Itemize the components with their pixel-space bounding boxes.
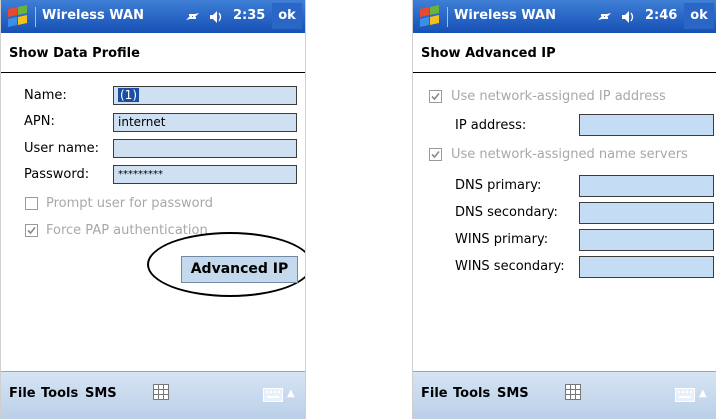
checkmark-icon bbox=[27, 226, 36, 235]
windows-start-icon[interactable] bbox=[419, 5, 443, 28]
password-label: Password: bbox=[24, 167, 90, 182]
menu-file[interactable]: File bbox=[421, 386, 448, 401]
wins-primary-field[interactable] bbox=[579, 229, 714, 251]
volume-icon bbox=[210, 11, 222, 23]
menu-tools[interactable]: Tools bbox=[453, 386, 490, 401]
name-label: Name: bbox=[24, 88, 67, 103]
network-nameservers-checkbox[interactable] bbox=[429, 148, 442, 161]
clock-time[interactable]: 2:46 bbox=[645, 8, 677, 23]
keyboard-icon[interactable] bbox=[263, 388, 283, 402]
screen-data-profile: Wireless WAN 2:35 ok Show Data Profile N… bbox=[0, 0, 306, 419]
keyboard-icon[interactable] bbox=[675, 388, 695, 402]
apn-label: APN: bbox=[24, 114, 55, 129]
advanced-ip-button[interactable]: Advanced IP bbox=[181, 256, 298, 283]
page-title: Show Data Profile bbox=[9, 46, 140, 61]
ip-address-label: IP address: bbox=[455, 118, 527, 133]
prompt-password-checkbox[interactable] bbox=[25, 197, 38, 210]
menu-sms[interactable]: SMS bbox=[85, 386, 117, 401]
dns-primary-field[interactable] bbox=[579, 175, 714, 197]
username-field[interactable] bbox=[113, 139, 297, 158]
menu-file[interactable]: File bbox=[9, 386, 36, 401]
network-ip-label: Use network-assigned IP address bbox=[451, 89, 666, 104]
wins-secondary-field[interactable] bbox=[579, 256, 714, 278]
password-field[interactable]: ********* bbox=[113, 165, 297, 184]
ok-button[interactable]: ok bbox=[272, 3, 302, 29]
page-title: Show Advanced IP bbox=[421, 46, 556, 61]
sip-arrow-icon[interactable]: ▲ bbox=[287, 388, 295, 399]
checkmark-icon bbox=[431, 92, 440, 101]
app-title: Wireless WAN bbox=[42, 8, 144, 23]
username-label: User name: bbox=[24, 141, 100, 156]
menu-bar: File Tools SMS ▲ bbox=[413, 371, 716, 419]
connectivity-icon bbox=[598, 13, 611, 20]
windows-start-icon[interactable] bbox=[7, 5, 31, 28]
title-separator bbox=[35, 7, 36, 27]
menu-tools[interactable]: Tools bbox=[41, 386, 78, 401]
network-ip-checkbox[interactable] bbox=[429, 90, 442, 103]
connectivity-icon bbox=[186, 13, 199, 20]
checkmark-icon bbox=[431, 150, 440, 159]
menu-sms[interactable]: SMS bbox=[497, 386, 529, 401]
wins-secondary-label: WINS secondary: bbox=[455, 259, 565, 274]
title-separator bbox=[447, 7, 448, 27]
name-value: (1) bbox=[118, 88, 139, 102]
dns-secondary-field[interactable] bbox=[579, 202, 714, 224]
title-divider bbox=[413, 72, 716, 73]
clock-time[interactable]: 2:35 bbox=[233, 8, 265, 23]
connectivity-volume-icons[interactable] bbox=[596, 7, 640, 27]
connectivity-volume-icons[interactable] bbox=[184, 7, 228, 27]
sip-grid-icon[interactable] bbox=[565, 384, 581, 400]
title-divider bbox=[1, 72, 305, 73]
sip-grid-icon[interactable] bbox=[153, 384, 169, 400]
title-bar: Wireless WAN 2:46 ok bbox=[413, 0, 716, 33]
sip-arrow-icon[interactable]: ▲ bbox=[699, 388, 707, 399]
title-bar: Wireless WAN 2:35 ok bbox=[1, 0, 305, 33]
ok-button[interactable]: ok bbox=[684, 3, 714, 29]
network-nameservers-label: Use network-assigned name servers bbox=[451, 147, 688, 162]
prompt-password-label: Prompt user for password bbox=[46, 196, 213, 211]
menu-bar: File Tools SMS ▲ bbox=[1, 371, 305, 419]
dns-secondary-label: DNS secondary: bbox=[455, 205, 558, 220]
dns-primary-label: DNS primary: bbox=[455, 178, 542, 193]
wins-primary-label: WINS primary: bbox=[455, 232, 549, 247]
name-field[interactable]: (1) bbox=[113, 86, 297, 105]
force-pap-checkbox[interactable] bbox=[25, 224, 38, 237]
volume-icon bbox=[622, 11, 634, 23]
screen-advanced-ip: Wireless WAN 2:46 ok Show Advanced IP Us… bbox=[412, 0, 716, 419]
app-title: Wireless WAN bbox=[454, 8, 556, 23]
ip-address-field[interactable] bbox=[579, 114, 714, 136]
apn-field[interactable]: internet bbox=[113, 113, 297, 132]
force-pap-label: Force PAP authentication bbox=[46, 223, 208, 238]
